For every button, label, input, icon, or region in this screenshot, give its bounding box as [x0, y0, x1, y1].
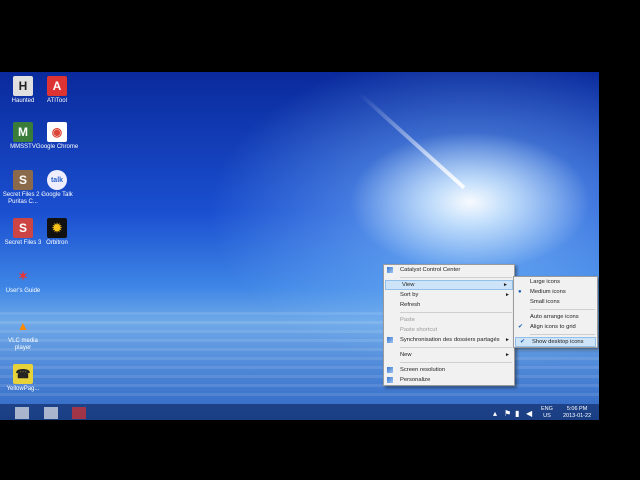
menu-item[interactable]: Small icons	[514, 297, 597, 307]
menu-item-label: Synchronisation des dossiers partagés	[400, 337, 500, 343]
desktop-icon-label: ATITool	[47, 98, 67, 104]
app-icon: S	[13, 218, 33, 238]
menu-item[interactable]: Align icons to grid ✔	[514, 322, 597, 332]
language-code: ENG	[541, 406, 553, 412]
taskbar-explorer-button[interactable]	[15, 407, 29, 419]
app-icon: S	[13, 170, 33, 190]
app-icon: M	[13, 122, 33, 142]
app-icon: ✶	[17, 268, 29, 283]
menu-item[interactable]: Refresh	[384, 300, 514, 310]
menu-item[interactable]: Personalize	[384, 375, 514, 385]
checkmark-icon: ✔	[518, 324, 524, 330]
tray-flag-icon[interactable]: ⚑	[504, 409, 511, 418]
desktop-icon[interactable]: ▲ VLC media player	[0, 316, 46, 352]
menu-item[interactable]: Synchronisation des dossiers partagés ►	[384, 335, 514, 345]
app-icon: ✹	[47, 218, 67, 238]
desktop-icon[interactable]: ✹ Orbitron	[34, 218, 80, 247]
menu-item-icon	[387, 267, 393, 273]
menu-item[interactable]: Large icons	[514, 277, 597, 287]
desktop-icon-label: Google Talk	[41, 192, 73, 198]
desktop-icon-label: User's Guide	[5, 288, 41, 294]
app-icon: H	[13, 76, 33, 96]
menu-item[interactable]: Auto arrange icons	[514, 312, 597, 322]
menu-item-label: Screen resolution	[400, 367, 446, 373]
menu-item-label: Medium icons	[530, 289, 566, 295]
menu-item[interactable]: Paste shortcut	[384, 325, 514, 335]
tray-arrow-icon[interactable]: ▴	[493, 409, 497, 418]
taskbar-chrome-button[interactable]	[72, 407, 86, 419]
app-icon: ☎	[13, 364, 33, 384]
menu-item-label: View	[402, 282, 415, 288]
submenu-arrow-icon: ►	[505, 292, 510, 298]
menu-item-label: New	[400, 352, 412, 358]
menu-separator	[400, 347, 512, 348]
app-icon: A	[47, 76, 67, 96]
menu-item-icon	[387, 367, 393, 373]
menu-separator	[400, 277, 512, 278]
desktop-icon[interactable]: ✶ User's Guide	[0, 266, 46, 295]
menu-item-label: Personalize	[400, 377, 431, 383]
menu-item-label: Refresh	[400, 302, 421, 308]
taskbar-clock[interactable]: 5:06 PM 2013-01-22	[563, 406, 591, 420]
menu-item-icon	[387, 337, 393, 343]
menu-item-label: Paste	[400, 317, 415, 323]
checkmark-icon: ✔	[520, 339, 526, 345]
menu-item-label: Show desktop icons	[532, 339, 584, 345]
menu-item[interactable]: Sort by ►	[384, 290, 514, 300]
view-submenu: Large icons Medium icons ● Small icons Auto …	[513, 276, 598, 348]
desktop-icon-label: Orbitron	[46, 240, 68, 246]
menu-item-label: Paste shortcut	[400, 327, 438, 333]
desktop-icon-label: VLC media player	[8, 338, 38, 351]
menu-item-label: Small icons	[530, 299, 560, 305]
menu-item-label: Auto arrange icons	[530, 314, 579, 320]
menu-separator	[400, 362, 512, 363]
radio-dot-icon: ●	[518, 289, 522, 295]
desktop-icon-label: YellowPag...	[6, 386, 40, 392]
menu-item[interactable]: Show desktop icons ✔	[515, 337, 596, 347]
language-region: US	[543, 413, 551, 419]
desktop-icon-label: Google Chrome	[35, 144, 79, 150]
clock-time: 5:06 PM	[566, 406, 588, 412]
app-icon: talk	[47, 170, 67, 190]
desktop-icon[interactable]: ◉ Google Chrome	[34, 122, 80, 151]
desktop-icon[interactable]: talk Google Talk	[34, 170, 80, 199]
menu-item[interactable]: Medium icons ●	[514, 287, 597, 297]
submenu-arrow-icon: ►	[503, 282, 508, 288]
menu-item[interactable]: New ►	[384, 350, 514, 360]
submenu-arrow-icon: ►	[505, 352, 510, 358]
menu-separator	[400, 312, 512, 313]
menu-item-label: Large icons	[530, 279, 560, 285]
app-icon: ▲	[17, 318, 29, 333]
clock-date: 2013-01-22	[563, 413, 592, 419]
tray-network-icon[interactable]: ▮	[515, 409, 519, 418]
desktop-icon[interactable]: ☎ YellowPag...	[0, 364, 46, 393]
taskbar-app-button[interactable]	[44, 407, 58, 419]
menu-separator	[530, 309, 595, 310]
language-indicator[interactable]: ENG US	[541, 406, 553, 420]
app-icon: ◉	[47, 122, 67, 142]
menu-separator	[530, 334, 595, 335]
submenu-arrow-icon: ►	[505, 337, 510, 343]
menu-item-label: Align icons to grid	[530, 324, 576, 330]
menu-item-label: Catalyst Control Center	[400, 267, 461, 273]
desktop-context-menu: Catalyst Control Center View ► Sort by ► Refr…	[383, 264, 515, 386]
menu-item-label: Sort by	[400, 292, 419, 298]
menu-item-icon	[387, 377, 393, 383]
tray-volume-icon[interactable]: ◀	[526, 409, 532, 418]
menu-item[interactable]: Paste	[384, 315, 514, 325]
menu-item[interactable]: View ►	[385, 280, 513, 290]
menu-item[interactable]: Catalyst Control Center	[384, 265, 514, 275]
menu-item[interactable]: Screen resolution	[384, 365, 514, 375]
desktop-icon[interactable]: A ATITool	[34, 76, 80, 105]
